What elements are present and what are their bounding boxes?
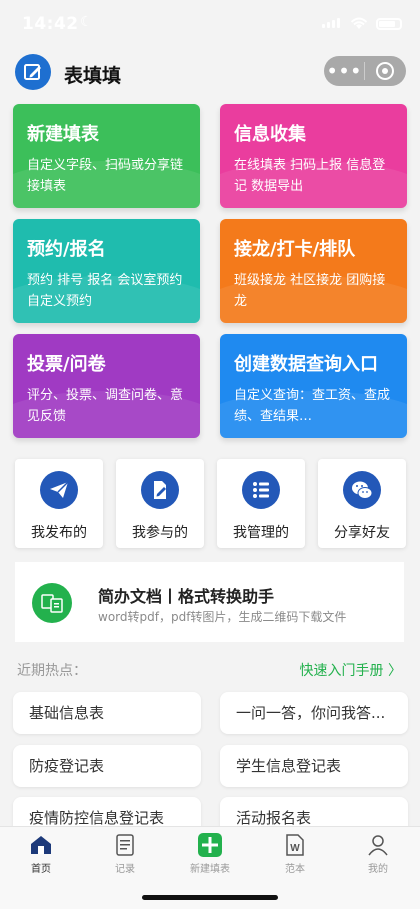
card-query[interactable]: 创建数据查询入口 自定义查询：查工资、查成绩、查结果… xyxy=(220,334,407,438)
status-bar: 14:42 ☾ xyxy=(0,0,420,46)
card-desc: 自定义字段、扫码或分享链接填表 xyxy=(27,158,184,194)
tile-label: 我发布的 xyxy=(31,525,87,541)
record-icon xyxy=(112,832,138,858)
tab-label: 范本 xyxy=(285,864,305,875)
tab-record[interactable]: 记录 xyxy=(90,832,160,875)
hot-item[interactable]: 学生信息登记表 xyxy=(220,745,408,787)
battery-icon xyxy=(376,18,402,30)
card-desc: 评分、投票、调查问卷、意见反馈 xyxy=(27,388,184,424)
hot-item[interactable]: 一问一答，你问我答... xyxy=(220,692,408,734)
wechat-icon xyxy=(343,471,381,509)
home-indicator xyxy=(142,895,278,900)
tile-label: 我管理的 xyxy=(233,525,289,541)
tab-label: 首页 xyxy=(31,864,51,875)
tab-label: 新建填表 xyxy=(190,864,230,875)
app-logo-icon xyxy=(15,54,51,90)
tile-share[interactable]: 分享好友 xyxy=(318,459,406,548)
capsule-menu: ••• xyxy=(324,56,406,86)
more-icon[interactable]: ••• xyxy=(324,61,364,81)
card-title: 信息收集 xyxy=(234,124,306,145)
moon-icon: ☾ xyxy=(80,14,93,30)
card-new-form[interactable]: 新建填表 自定义字段、扫码或分享链接填表 xyxy=(13,104,200,208)
status-time: 14:42 xyxy=(22,14,79,34)
tile-label: 我参与的 xyxy=(132,525,188,541)
card-title: 投票/问卷 xyxy=(27,354,106,375)
tab-mine[interactable]: 我的 xyxy=(343,832,413,875)
list-icon xyxy=(242,471,280,509)
hot-item[interactable]: 基础信息表 xyxy=(13,692,201,734)
banner-subtitle: word转pdf，pdf转图片，生成二维码下载文件 xyxy=(98,610,347,624)
tile-participated[interactable]: 我参与的 xyxy=(116,459,204,548)
card-title: 预约/报名 xyxy=(27,239,106,260)
add-icon xyxy=(197,832,223,858)
template-icon: W xyxy=(282,832,308,858)
paper-plane-icon xyxy=(40,471,78,509)
tile-managed[interactable]: 我管理的 xyxy=(217,459,305,548)
tab-new-form[interactable]: 新建填表 xyxy=(175,832,245,875)
close-miniapp-icon[interactable] xyxy=(365,62,405,80)
tab-label: 我的 xyxy=(368,864,388,875)
banner-title: 简办文档丨格式转换助手 xyxy=(98,587,275,606)
tab-home[interactable]: 首页 xyxy=(6,832,76,875)
card-desc: 班级接龙 社区接龙 团购接龙 xyxy=(234,273,386,309)
card-title: 创建数据查询入口 xyxy=(234,354,378,375)
quick-start-link[interactable]: 快速入门手册 〉 xyxy=(300,660,402,680)
doc-convert-banner[interactable]: 简办文档丨格式转换助手 word转pdf，pdf转图片，生成二维码下载文件 xyxy=(15,562,404,642)
card-desc: 在线填表 扫码上报 信息登记 数据导出 xyxy=(234,158,386,194)
user-icon xyxy=(365,832,391,858)
tile-label: 分享好友 xyxy=(334,525,390,541)
tab-label: 记录 xyxy=(115,864,135,875)
nav-bar: 表填填 ••• xyxy=(0,46,420,98)
card-title: 接龙/打卡/排队 xyxy=(234,239,356,260)
card-info-collect[interactable]: 信息收集 在线填表 扫码上报 信息登记 数据导出 xyxy=(220,104,407,208)
card-relay[interactable]: 接龙/打卡/排队 班级接龙 社区接龙 团购接龙 xyxy=(220,219,407,323)
home-icon xyxy=(28,832,54,858)
card-title: 新建填表 xyxy=(27,124,99,145)
app-title: 表填填 xyxy=(64,65,122,87)
tile-published[interactable]: 我发布的 xyxy=(15,459,103,548)
card-desc: 自定义查询：查工资、查成绩、查结果… xyxy=(234,388,391,424)
wifi-icon xyxy=(350,17,368,29)
svg-text:W: W xyxy=(290,843,300,854)
tab-templates[interactable]: W 范本 xyxy=(260,832,330,875)
hot-item[interactable]: 防疫登记表 xyxy=(13,745,201,787)
hot-label: 近期热点： xyxy=(17,663,87,679)
signal-icon xyxy=(322,18,340,28)
card-vote[interactable]: 投票/问卷 评分、投票、调查问卷、意见反馈 xyxy=(13,334,200,438)
card-booking[interactable]: 预约/报名 预约 排号 报名 会议室预约 自定义预约 xyxy=(13,219,200,323)
document-edit-icon xyxy=(141,471,179,509)
convert-icon xyxy=(32,583,72,623)
card-desc: 预约 排号 报名 会议室预约 自定义预约 xyxy=(27,273,183,309)
